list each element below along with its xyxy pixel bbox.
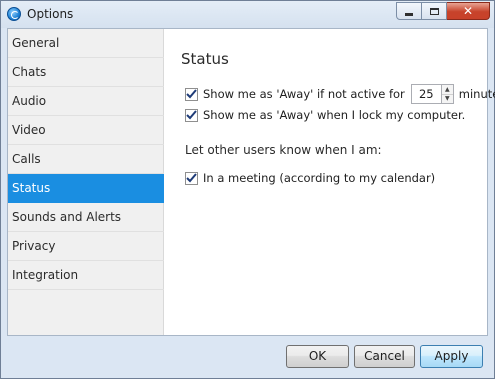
in-meeting-label: In a meeting (according to my calendar): [203, 171, 436, 185]
checkmark-icon: [186, 89, 197, 99]
sidebar-item-video[interactable]: Video: [8, 116, 164, 145]
spin-up-icon[interactable]: ▲: [441, 85, 453, 95]
away-lock-row: Show me as 'Away' when I lock my compute…: [185, 108, 465, 122]
sidebar-item-privacy[interactable]: Privacy: [8, 232, 164, 261]
client-area: General Chats Audio Video Calls Status S…: [7, 28, 495, 336]
close-button[interactable]: ✕: [447, 2, 490, 20]
maximize-icon: [429, 7, 439, 15]
away-lock-checkbox[interactable]: [185, 108, 198, 122]
sidebar-item-sounds-and-alerts[interactable]: Sounds and Alerts: [8, 203, 164, 232]
dialog-button-bar: OK Cancel Apply: [1, 336, 494, 378]
options-window: Options ✕ General Chats Audio Video Call…: [0, 0, 495, 379]
ok-button[interactable]: OK: [286, 345, 349, 368]
away-lock-label: Show me as 'Away' when I lock my compute…: [203, 108, 466, 122]
apply-button[interactable]: Apply: [420, 345, 483, 368]
maximize-button[interactable]: [422, 2, 447, 20]
minutes-input[interactable]: [410, 84, 442, 104]
sidebar-item-chats[interactable]: Chats: [8, 58, 164, 87]
minimize-button[interactable]: [396, 2, 422, 20]
app-logo-icon: [7, 7, 21, 21]
spin-down-icon[interactable]: ▼: [442, 95, 453, 104]
sidebar-item-general[interactable]: General: [8, 29, 164, 58]
in-meeting-checkbox[interactable]: [185, 171, 198, 185]
sidebar-item-audio[interactable]: Audio: [8, 87, 164, 116]
notify-heading: Let other users know when I am:: [185, 143, 382, 157]
cancel-button[interactable]: Cancel: [354, 345, 415, 368]
checkmark-icon: [186, 173, 197, 183]
page-title: Status: [181, 50, 229, 68]
minutes-stepper: ▲ ▼: [410, 84, 454, 104]
checkmark-icon: [186, 110, 197, 120]
away-idle-row: Show me as 'Away' if not active for ▲ ▼ …: [185, 84, 495, 104]
away-idle-checkbox[interactable]: [185, 87, 198, 101]
status-panel: Status Show me as 'Away' if not active f…: [165, 29, 495, 335]
options-sidebar: General Chats Audio Video Calls Status S…: [8, 29, 164, 335]
caption-buttons: ✕: [396, 2, 490, 20]
sidebar-item-calls[interactable]: Calls: [8, 145, 164, 174]
minutes-spin-buttons: ▲ ▼: [441, 84, 454, 104]
title-bar[interactable]: Options ✕: [1, 1, 494, 28]
minutes-unit-label: minutes.: [458, 87, 495, 101]
in-meeting-row: In a meeting (according to my calendar): [185, 171, 435, 185]
sidebar-item-integration[interactable]: Integration: [8, 261, 164, 290]
minimize-icon: [405, 12, 413, 16]
window-title: Options: [27, 7, 74, 21]
away-idle-label: Show me as 'Away' if not active for: [203, 87, 405, 101]
sidebar-item-status[interactable]: Status: [8, 174, 164, 203]
close-icon: ✕: [462, 4, 474, 18]
